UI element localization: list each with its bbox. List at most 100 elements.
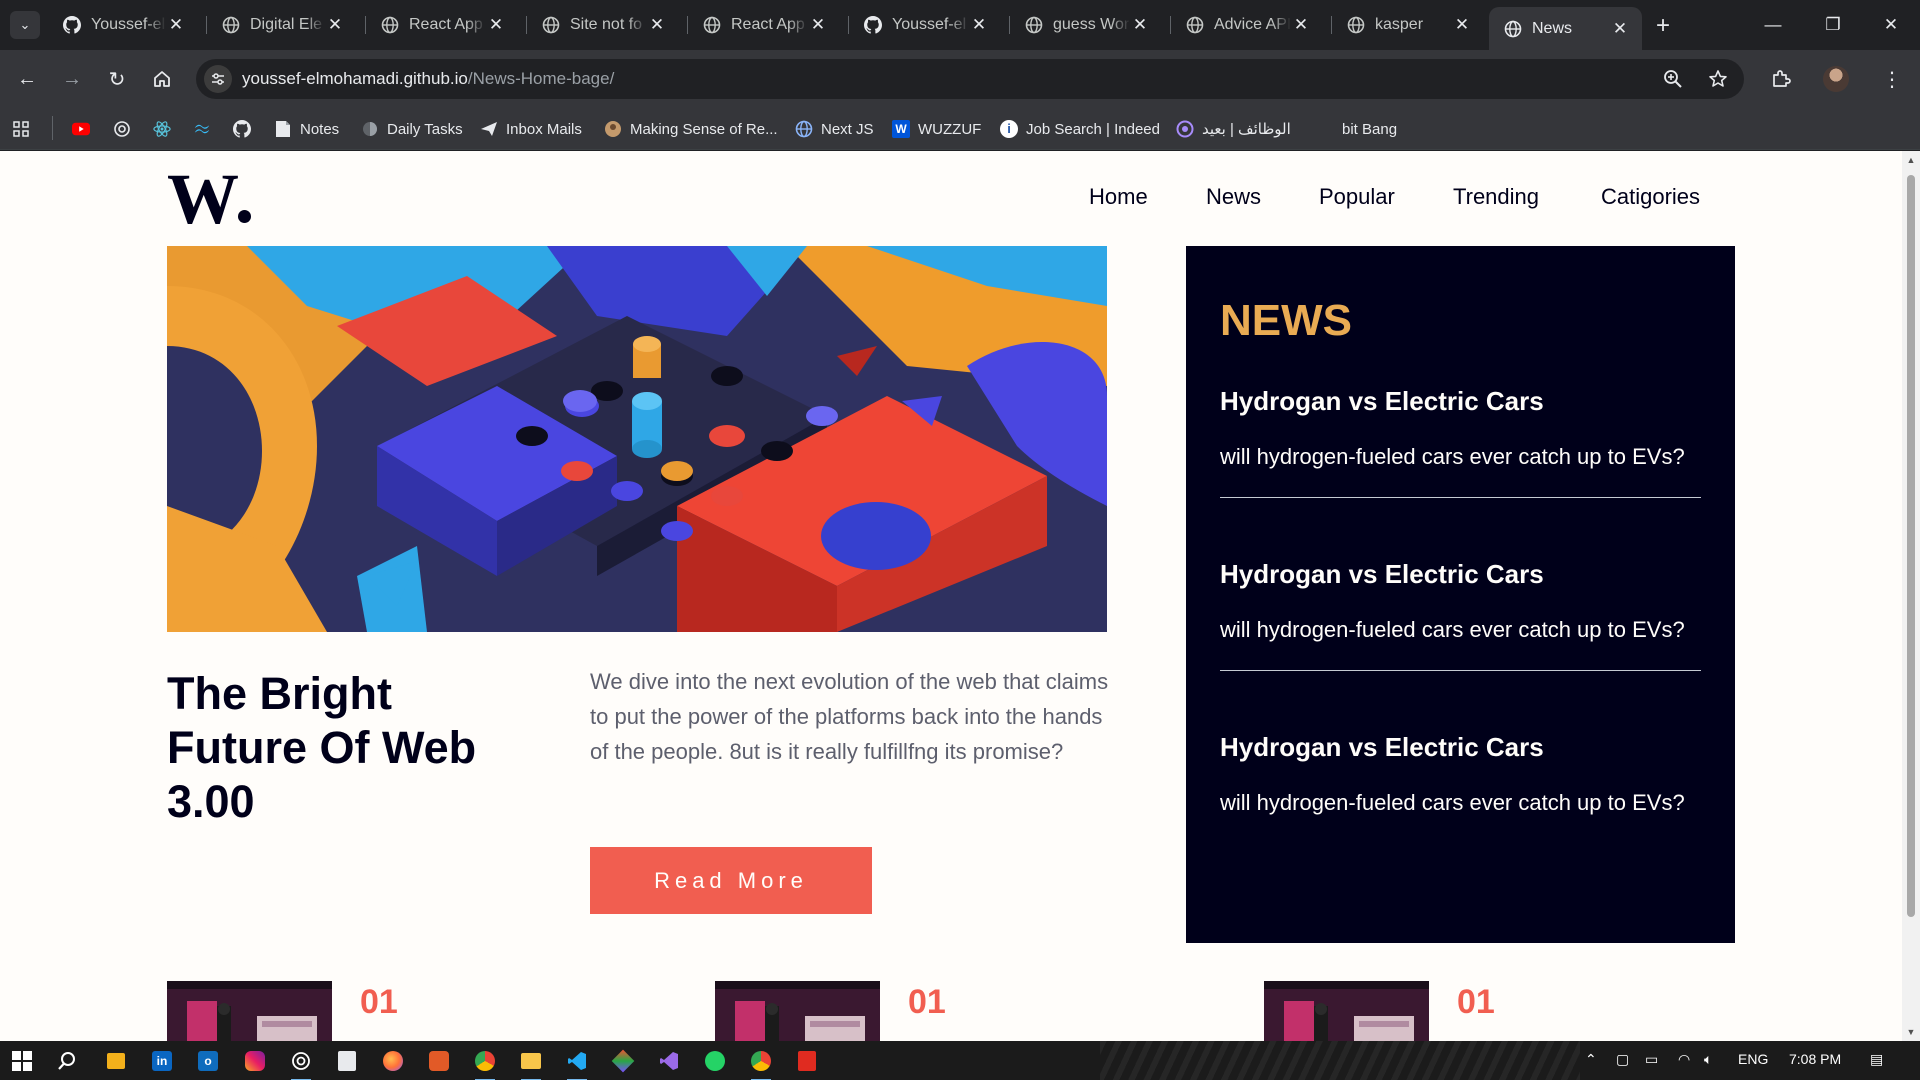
tab[interactable]: React App ✕ xyxy=(366,7,518,43)
app-icon[interactable] xyxy=(427,1049,451,1073)
tab[interactable]: Site not fo ✕ xyxy=(527,7,679,43)
whatsapp-icon[interactable] xyxy=(703,1049,727,1073)
tab[interactable]: Youssef-el ✕ xyxy=(849,7,1001,43)
extensions-button[interactable] xyxy=(1764,62,1798,96)
bookmark-tailwind[interactable] xyxy=(193,116,219,142)
linkedin-icon[interactable]: in xyxy=(150,1049,174,1073)
nav-home[interactable]: Home xyxy=(1089,184,1148,210)
tray-app-icon[interactable]: ▢ xyxy=(1616,1051,1629,1068)
chatgpt-taskbar-icon[interactable] xyxy=(289,1049,313,1080)
restore-button[interactable]: ❐ xyxy=(1810,8,1856,42)
bookmark-next-js[interactable]: Next JS xyxy=(795,116,874,142)
tab-search-button[interactable]: ⌄ xyxy=(10,11,40,39)
youtube-icon xyxy=(72,120,90,138)
start-button[interactable] xyxy=(10,1049,34,1073)
wifi-icon[interactable]: ◠ xyxy=(1678,1051,1690,1068)
news-item-title: Hydrogan vs Electric Cars xyxy=(1220,386,1544,416)
close-icon[interactable]: ✕ xyxy=(1130,15,1150,35)
bookmark-github[interactable] xyxy=(233,116,259,142)
volume-icon[interactable]: 🔈︎ xyxy=(1704,1051,1712,1068)
git-icon[interactable] xyxy=(611,1049,635,1073)
home-button[interactable] xyxy=(145,62,179,96)
nav-news[interactable]: News xyxy=(1206,184,1261,210)
nav-popular[interactable]: Popular xyxy=(1319,184,1395,210)
minimize-button[interactable]: — xyxy=(1750,8,1796,42)
vscode-icon[interactable] xyxy=(565,1049,589,1080)
mail-icon xyxy=(480,120,498,138)
reload-button[interactable]: ↻ xyxy=(100,62,134,96)
close-icon[interactable]: ✕ xyxy=(166,15,186,35)
new-tab-button[interactable]: + xyxy=(1649,12,1677,40)
scrollbar-thumb[interactable] xyxy=(1907,175,1915,917)
store-icon[interactable] xyxy=(104,1049,128,1073)
globe-icon xyxy=(1503,19,1522,38)
chrome-icon[interactable] xyxy=(473,1049,497,1080)
scroll-down-icon[interactable]: ▼ xyxy=(1906,1027,1916,1037)
bookmark-bit-bang[interactable]: bit Bang xyxy=(1316,116,1397,142)
bookmark-making-sense[interactable]: Making Sense of Re... xyxy=(604,116,778,142)
close-icon[interactable]: ✕ xyxy=(1610,19,1630,39)
tab[interactable]: guess Wor ✕ xyxy=(1010,7,1162,43)
tray-chevron-icon[interactable]: ⌃ xyxy=(1585,1051,1597,1068)
site-logo[interactable]: W xyxy=(167,163,251,235)
notifications-icon[interactable]: ▤ xyxy=(1870,1051,1883,1068)
file-explorer-icon[interactable] xyxy=(519,1049,543,1080)
tab-active[interactable]: News ✕ xyxy=(1489,7,1642,50)
close-window-button[interactable]: ✕ xyxy=(1868,8,1914,42)
news-item[interactable]: Hydrogan vs Electric Cars will hydrogen-… xyxy=(1220,386,1701,498)
close-icon[interactable]: ✕ xyxy=(808,15,828,35)
battery-icon[interactable]: ▭ xyxy=(1645,1051,1658,1068)
bookmark-chatgpt[interactable] xyxy=(113,116,139,142)
menu-button[interactable]: ⋮ xyxy=(1875,62,1909,96)
outlook-icon[interactable]: o xyxy=(196,1049,220,1073)
clock[interactable]: 7:08 PM xyxy=(1789,1051,1841,1067)
bookmark-star-button[interactable] xyxy=(1707,68,1729,90)
bookmark-react[interactable] xyxy=(153,116,179,142)
tab[interactable]: kasper ✕ xyxy=(1332,7,1484,43)
news-item[interactable]: Hydrogan vs Electric Cars will hydrogen-… xyxy=(1220,732,1701,815)
close-icon[interactable]: ✕ xyxy=(969,15,989,35)
bookmark-indeed[interactable]: i Job Search | Indeed xyxy=(1000,116,1160,142)
acrobat-icon[interactable] xyxy=(795,1049,819,1073)
news-item[interactable]: Hydrogan vs Electric Cars will hydrogen-… xyxy=(1220,559,1701,671)
profile-button[interactable] xyxy=(1819,62,1853,96)
close-icon[interactable]: ✕ xyxy=(1291,15,1311,35)
nav-trending[interactable]: Trending xyxy=(1453,184,1539,210)
back-button[interactable]: ← xyxy=(10,62,44,96)
close-icon[interactable]: ✕ xyxy=(647,15,667,35)
globe-icon xyxy=(541,16,560,35)
tab[interactable]: Advice API ✕ xyxy=(1171,7,1323,43)
forward-button[interactable]: → xyxy=(55,62,89,96)
page-scrollbar[interactable]: ▲ ▼ xyxy=(1902,151,1920,1041)
search-button[interactable] xyxy=(55,1049,79,1073)
close-icon[interactable]: ✕ xyxy=(1452,15,1472,35)
chrome-profile-icon[interactable] xyxy=(749,1049,773,1080)
address-bar[interactable]: youssef-elmohamadi.github.io/News-Home-b… xyxy=(196,59,1744,99)
apps-button[interactable] xyxy=(12,116,38,142)
instagram-icon[interactable] xyxy=(243,1049,267,1073)
close-icon[interactable]: ✕ xyxy=(486,15,506,35)
notepad-icon[interactable] xyxy=(335,1049,359,1073)
firefox-icon[interactable] xyxy=(381,1049,405,1073)
github-icon xyxy=(62,16,81,35)
close-icon[interactable]: ✕ xyxy=(325,15,345,35)
scroll-up-icon[interactable]: ▲ xyxy=(1906,155,1916,165)
arrow-left-icon: ← xyxy=(17,67,37,90)
bookmark-wuzzuf[interactable]: W WUZZUF xyxy=(892,116,981,142)
tab[interactable]: React App ✕ xyxy=(688,7,840,43)
url-path: /News-Home-bage/ xyxy=(467,69,615,88)
globe-icon xyxy=(702,16,721,35)
bookmark-notes[interactable]: Notes xyxy=(274,116,339,142)
zoom-button[interactable] xyxy=(1662,68,1684,90)
visual-studio-icon[interactable] xyxy=(657,1049,681,1073)
site-info-button[interactable] xyxy=(204,65,232,93)
tab[interactable]: Digital Ele ✕ xyxy=(207,7,357,43)
nav-categories[interactable]: Catigories xyxy=(1601,184,1700,210)
tab[interactable]: Youssef-el ✕ xyxy=(48,7,198,43)
read-more-button[interactable]: Read More xyxy=(590,847,872,914)
bookmark-youtube[interactable] xyxy=(72,116,98,142)
bookmark-inbox-mails[interactable]: Inbox Mails xyxy=(480,116,582,142)
language-indicator[interactable]: ENG xyxy=(1738,1051,1768,1067)
bookmark-daily-tasks[interactable]: Daily Tasks xyxy=(361,116,463,142)
bookmark-remote-jobs[interactable]: الوظائف | بعيد xyxy=(1176,116,1291,142)
